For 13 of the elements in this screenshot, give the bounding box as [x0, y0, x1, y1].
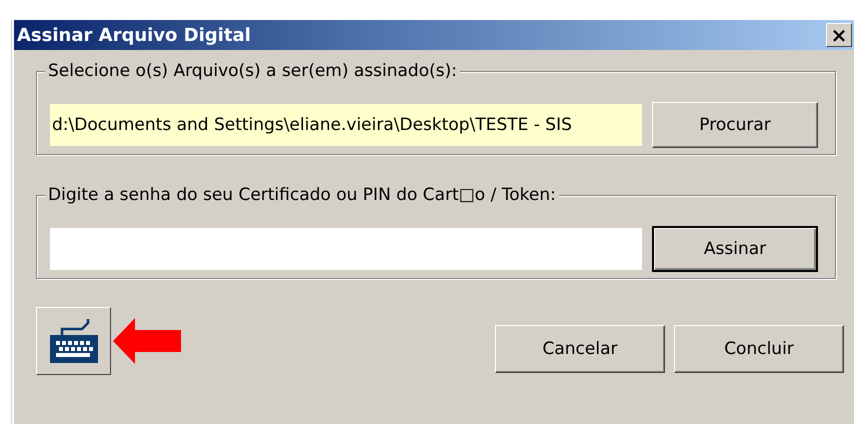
group-legend: Digite a senha do seu Certificado ou PIN do Cart□o / Token:	[45, 185, 559, 205]
browse-button[interactable]: Procurar	[652, 102, 818, 148]
file-path-field[interactable]: d:\Documents and Settings\eliane.vieira\Desktop\TESTE - SIS	[50, 104, 642, 146]
keyboard-icon	[48, 317, 100, 365]
cancel-button[interactable]: Cancelar	[495, 325, 665, 373]
keyboard-button[interactable]	[36, 307, 111, 375]
close-button[interactable]: ×	[826, 23, 852, 47]
window-title: Assinar Arquivo Digital	[17, 24, 252, 46]
pointer-arrow	[113, 316, 183, 366]
finish-button[interactable]: Concluir	[674, 325, 844, 373]
password-field[interactable]	[50, 228, 642, 270]
group-legend: Selecione o(s) Arquivo(s) a ser(em) assinado(s):	[45, 61, 460, 81]
sign-button[interactable]: Assinar	[652, 226, 818, 272]
